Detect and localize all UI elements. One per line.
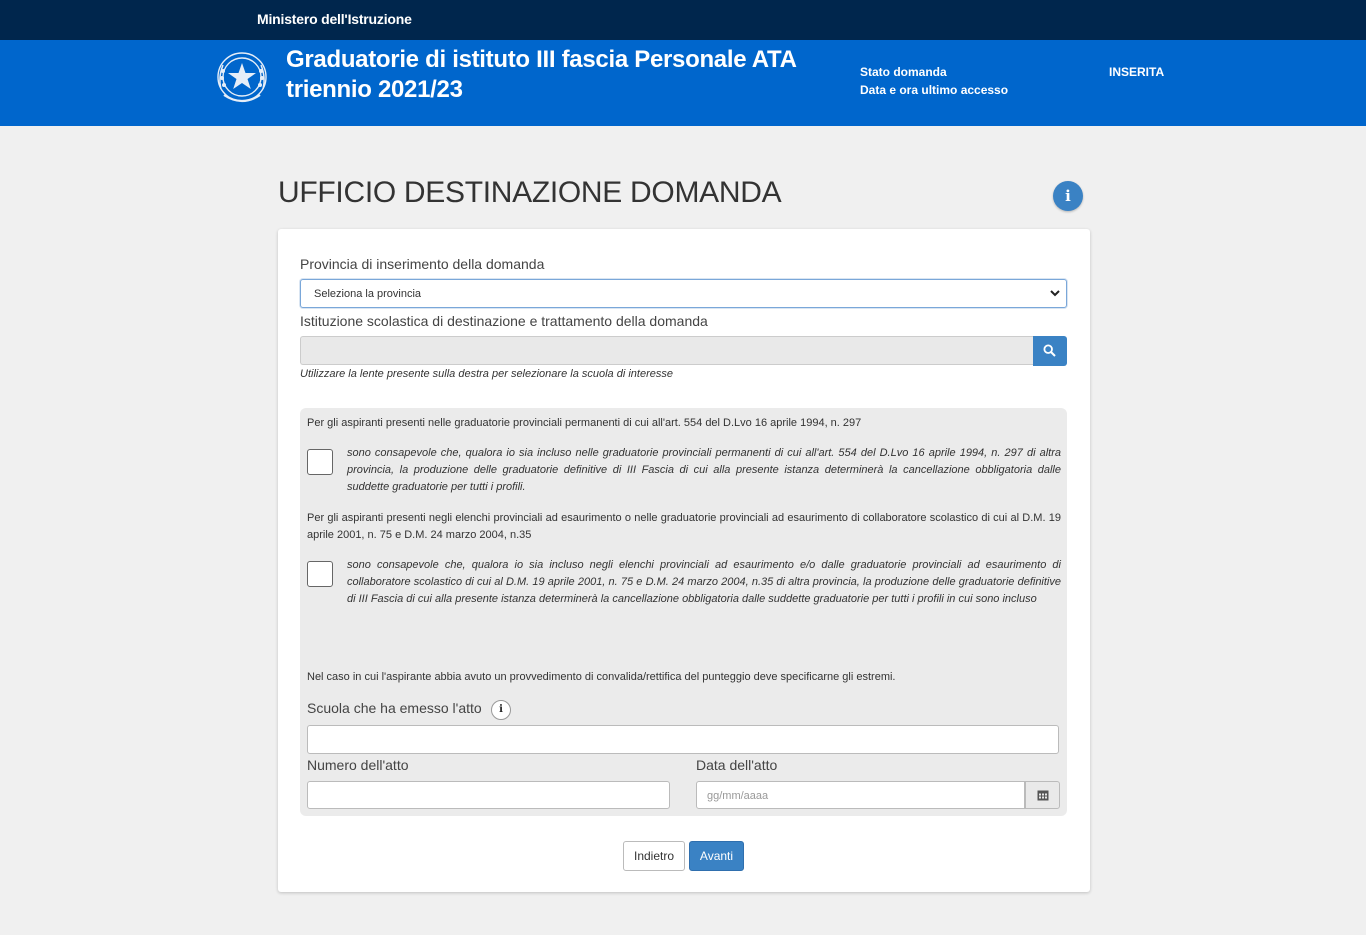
consent-text-1: sono consapevole che, qualora io sia inc… bbox=[347, 447, 1061, 493]
numero-atto-label: Numero dell'atto bbox=[307, 757, 409, 773]
search-icon bbox=[1043, 344, 1056, 357]
istituzione-hint: Utilizzare la lente presente sulla destr… bbox=[300, 368, 673, 380]
status-label: Stato domanda bbox=[860, 65, 947, 79]
info-icon[interactable]: i bbox=[1053, 181, 1083, 211]
consent-checkbox-1[interactable] bbox=[307, 449, 333, 475]
data-atto-label: Data dell'atto bbox=[696, 757, 778, 773]
declarations-panel: Per gli aspiranti presenti nelle graduat… bbox=[300, 408, 1067, 816]
provincia-selected-value: Seleziona la provincia bbox=[314, 288, 422, 300]
page-title: UFFICIO DESTINAZIONE DOMANDA bbox=[278, 176, 782, 209]
chevron-down-icon bbox=[1050, 290, 1060, 297]
status-labels: Stato domanda Data e ora ultimo accesso bbox=[860, 63, 1008, 99]
consent-text-2: sono consapevole che, qualora io sia inc… bbox=[347, 559, 1061, 605]
numero-atto-input[interactable] bbox=[307, 781, 670, 809]
istituzione-label: Istituzione scolastica di destinazione e… bbox=[300, 313, 708, 329]
repubblica-emblem-icon bbox=[217, 52, 267, 103]
search-button[interactable] bbox=[1033, 336, 1067, 366]
calendar-button[interactable] bbox=[1025, 781, 1060, 809]
section2-text: Per gli aspiranti presenti negli elenchi… bbox=[307, 512, 1061, 541]
status-value: INSERITA bbox=[1109, 65, 1165, 79]
back-button[interactable]: Indietro bbox=[623, 841, 685, 871]
provincia-select[interactable]: Seleziona la provincia bbox=[300, 279, 1067, 308]
app-title-line2: triennio 2021/23 bbox=[286, 76, 463, 103]
convalida-text: Nel caso in cui l'aspirante abbia avuto … bbox=[307, 671, 896, 683]
top-bar: Ministero dell'Istruzione bbox=[0, 0, 1366, 40]
scuola-atto-label: Scuola che ha emesso l'atto bbox=[307, 700, 482, 716]
form-card: Provincia di inserimento della domanda S… bbox=[278, 229, 1090, 892]
calendar-icon bbox=[1037, 790, 1049, 801]
app-title-line1: Graduatorie di istituto III fascia Perso… bbox=[286, 46, 797, 73]
ministry-name: Ministero dell'Istruzione bbox=[257, 11, 412, 27]
data-atto-input[interactable]: gg/mm/aaaa bbox=[696, 781, 1025, 809]
last-access-label: Data e ora ultimo accesso bbox=[860, 83, 1009, 97]
next-button[interactable]: Avanti bbox=[689, 841, 744, 871]
istituzione-input[interactable] bbox=[300, 336, 1033, 365]
status-values: INSERITA bbox=[1109, 63, 1164, 81]
section1-text: Per gli aspiranti presenti nelle graduat… bbox=[307, 417, 862, 429]
scuola-atto-input[interactable] bbox=[307, 725, 1059, 754]
scuola-info-icon[interactable]: i bbox=[491, 700, 511, 720]
app-title: Graduatorie di istituto III fascia Perso… bbox=[286, 45, 797, 105]
consent-checkbox-2[interactable] bbox=[307, 561, 333, 587]
provincia-label: Provincia di inserimento della domanda bbox=[300, 256, 545, 272]
app-header: Graduatorie di istituto III fascia Perso… bbox=[0, 40, 1366, 126]
